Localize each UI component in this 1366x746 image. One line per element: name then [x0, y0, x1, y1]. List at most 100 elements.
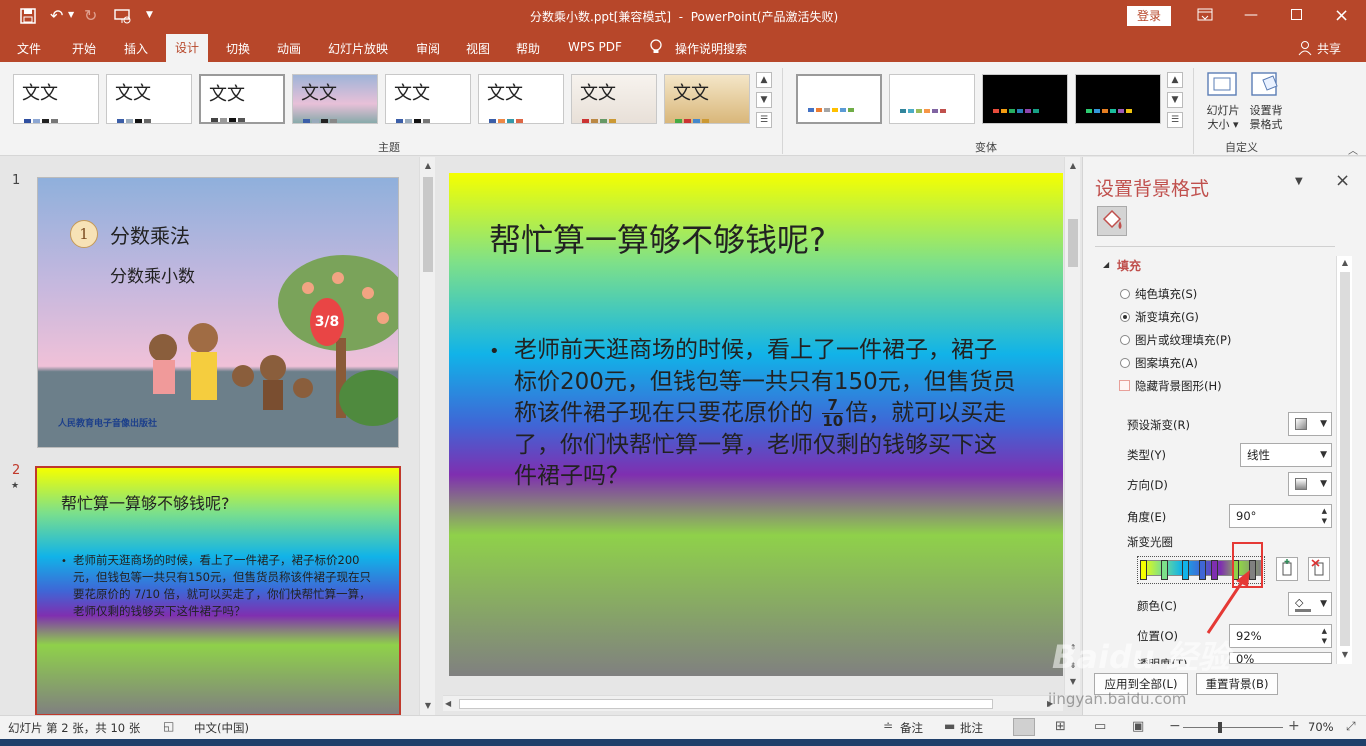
- pattern-fill-radio[interactable]: [1120, 358, 1130, 368]
- pane-close-icon[interactable]: ×: [1335, 170, 1350, 191]
- scroll-down-icon[interactable]: ▼: [420, 701, 436, 710]
- tab-help[interactable]: 帮助: [516, 40, 540, 57]
- color-picker[interactable]: ◇ ▼: [1288, 592, 1332, 616]
- variant-down-icon[interactable]: ▼: [1167, 92, 1183, 108]
- hide-bg-checkbox[interactable]: [1119, 380, 1130, 391]
- pane-options-icon[interactable]: ▼: [1295, 176, 1303, 187]
- language-label[interactable]: 中文(中国): [194, 720, 249, 736]
- tab-slideshow[interactable]: 幻灯片放映: [328, 40, 388, 57]
- transparency-spinner[interactable]: 0%: [1229, 652, 1332, 664]
- tab-insert[interactable]: 插入: [124, 40, 148, 57]
- gradient-stop-marker[interactable]: [1161, 560, 1169, 580]
- comments-button[interactable]: 批注: [960, 720, 983, 736]
- tab-wps-pdf[interactable]: WPS PDF: [568, 40, 622, 54]
- tab-home[interactable]: 开始: [72, 40, 96, 57]
- main-slide[interactable]: 帮忙算一算够不够钱呢? • 老师前天逛商场的时候，看上了一件裙子，裙子 标价20…: [449, 173, 1063, 676]
- slide-sorter-icon[interactable]: ⊞: [1055, 719, 1066, 734]
- undo-dropdown-icon[interactable]: ▼: [68, 10, 74, 19]
- gradient-stop-marker[interactable]: [1182, 560, 1190, 580]
- undo-icon[interactable]: ↶: [50, 6, 63, 25]
- pane-scroll-up-icon[interactable]: ▲: [1337, 258, 1353, 267]
- theme-thumbnail[interactable]: 文文: [571, 74, 657, 124]
- hscroll-left-icon[interactable]: ◀: [445, 699, 451, 708]
- variant-up-icon[interactable]: ▲: [1167, 72, 1183, 88]
- variant-more-icon[interactable]: ☰: [1167, 112, 1183, 128]
- close-icon[interactable]: ×: [1334, 5, 1349, 26]
- redo-icon[interactable]: ↻: [84, 6, 97, 25]
- notes-button[interactable]: 备注: [900, 720, 923, 736]
- share-button[interactable]: 共享: [1317, 40, 1341, 57]
- tab-view[interactable]: 视图: [466, 40, 490, 57]
- pane-scrollbar[interactable]: ▲ ▼: [1336, 256, 1352, 664]
- slide-thumbnail-1[interactable]: 1 分数乘法 分数乘小数 3/8 人民教育电子音像出版社: [37, 177, 399, 448]
- slide-thumbnail-2[interactable]: 帮忙算一算够不够钱呢? • 老师前天逛商场的时候，看上了一件裙子，裙子标价200…: [35, 466, 401, 716]
- format-background-icon[interactable]: [1249, 70, 1283, 100]
- tab-animations[interactable]: 动画: [277, 40, 301, 57]
- pane-scroll-down-icon[interactable]: ▼: [1337, 650, 1353, 659]
- share-icon[interactable]: [1298, 40, 1312, 56]
- scroll-up-icon[interactable]: ▲: [420, 161, 436, 170]
- save-icon[interactable]: [20, 8, 36, 24]
- reading-view-icon[interactable]: ▭: [1094, 719, 1106, 734]
- tab-design[interactable]: 设计: [166, 34, 208, 62]
- preset-gradient-dropdown[interactable]: ▼: [1288, 412, 1332, 436]
- section-collapse-icon[interactable]: ◢: [1103, 260, 1109, 269]
- direction-dropdown[interactable]: ▼: [1288, 472, 1332, 496]
- theme-thumbnail[interactable]: 文文: [385, 74, 471, 124]
- editor-scroll-down-icon[interactable]: ▼: [1065, 677, 1081, 686]
- editor-vscrollbar[interactable]: ▲ ⇞ ⇟ ▼: [1064, 157, 1080, 695]
- remove-stop-button[interactable]: [1308, 557, 1330, 581]
- tab-transitions[interactable]: 切换: [226, 40, 250, 57]
- tell-me-search[interactable]: 操作说明搜索: [675, 40, 747, 57]
- slide-title[interactable]: 帮忙算一算够不够钱呢?: [489, 215, 826, 261]
- accessibility-icon[interactable]: ◱: [163, 719, 174, 733]
- variant-thumbnail[interactable]: [982, 74, 1068, 124]
- slide-size-icon[interactable]: [1205, 70, 1239, 100]
- restore-icon[interactable]: [1197, 8, 1213, 22]
- present-icon[interactable]: [114, 8, 132, 24]
- editor-hscrollbar[interactable]: ◀ ▶: [443, 695, 1063, 711]
- theme-thumbnail[interactable]: 文文: [106, 74, 192, 124]
- format-background-button[interactable]: 设置背景格式: [1246, 104, 1286, 132]
- fill-section-label[interactable]: 填充: [1117, 257, 1141, 274]
- tab-review[interactable]: 审阅: [416, 40, 440, 57]
- theme-thumbnail[interactable]: 文文: [13, 74, 99, 124]
- zoom-level[interactable]: 70%: [1308, 720, 1334, 734]
- slide-size-button[interactable]: 幻灯片大小 ▾: [1203, 104, 1243, 132]
- zoom-out-icon[interactable]: −: [1169, 718, 1181, 734]
- normal-view-icon[interactable]: [1013, 718, 1035, 736]
- login-button[interactable]: 登录: [1127, 6, 1171, 26]
- collapse-ribbon-icon[interactable]: ︿: [1348, 142, 1358, 157]
- type-dropdown[interactable]: 线性 ▼: [1240, 443, 1332, 467]
- minimize-icon[interactable]: —: [1244, 7, 1258, 23]
- slide-body[interactable]: 老师前天逛商场的时候，看上了一件裙子，裙子 标价200元，但钱包等一共只有150…: [514, 335, 1074, 493]
- gallery-up-icon[interactable]: ▲: [756, 72, 772, 88]
- zoom-in-icon[interactable]: +: [1288, 718, 1300, 734]
- editor-scroll-up-icon[interactable]: ▲: [1065, 161, 1081, 170]
- fill-category-icon[interactable]: [1097, 206, 1127, 236]
- zoom-slider[interactable]: [1183, 722, 1283, 733]
- theme-thumbnail[interactable]: 文文: [292, 74, 378, 124]
- picture-fill-radio[interactable]: [1120, 335, 1130, 345]
- gallery-more-icon[interactable]: ☰: [756, 112, 772, 128]
- variant-thumbnail[interactable]: [1075, 74, 1161, 124]
- slideshow-view-icon[interactable]: ▣: [1132, 719, 1144, 734]
- tab-file[interactable]: 文件: [17, 40, 41, 57]
- gradient-fill-radio[interactable]: [1120, 312, 1130, 322]
- gradient-stop-marker[interactable]: [1140, 560, 1147, 580]
- maximize-icon[interactable]: [1291, 9, 1302, 20]
- theme-thumbnail[interactable]: 文文: [664, 74, 750, 124]
- variant-thumbnail[interactable]: [796, 74, 882, 124]
- theme-thumbnail[interactable]: 文文: [199, 74, 285, 124]
- add-stop-button[interactable]: [1276, 557, 1298, 581]
- fit-slide-icon[interactable]: ⤢: [1346, 719, 1356, 734]
- theme-thumbnail[interactable]: 文文: [478, 74, 564, 124]
- thumbnail-scrollbar[interactable]: ▲ ▼: [419, 157, 435, 715]
- variant-thumbnail[interactable]: [889, 74, 975, 124]
- notes-icon[interactable]: ≐: [883, 719, 893, 733]
- solid-fill-radio[interactable]: [1120, 289, 1130, 299]
- gallery-down-icon[interactable]: ▼: [756, 92, 772, 108]
- comments-icon[interactable]: ▬: [944, 719, 955, 733]
- customize-icon[interactable]: ▼: [146, 10, 153, 20]
- angle-spinner[interactable]: 90° ▲ ▼: [1229, 504, 1332, 528]
